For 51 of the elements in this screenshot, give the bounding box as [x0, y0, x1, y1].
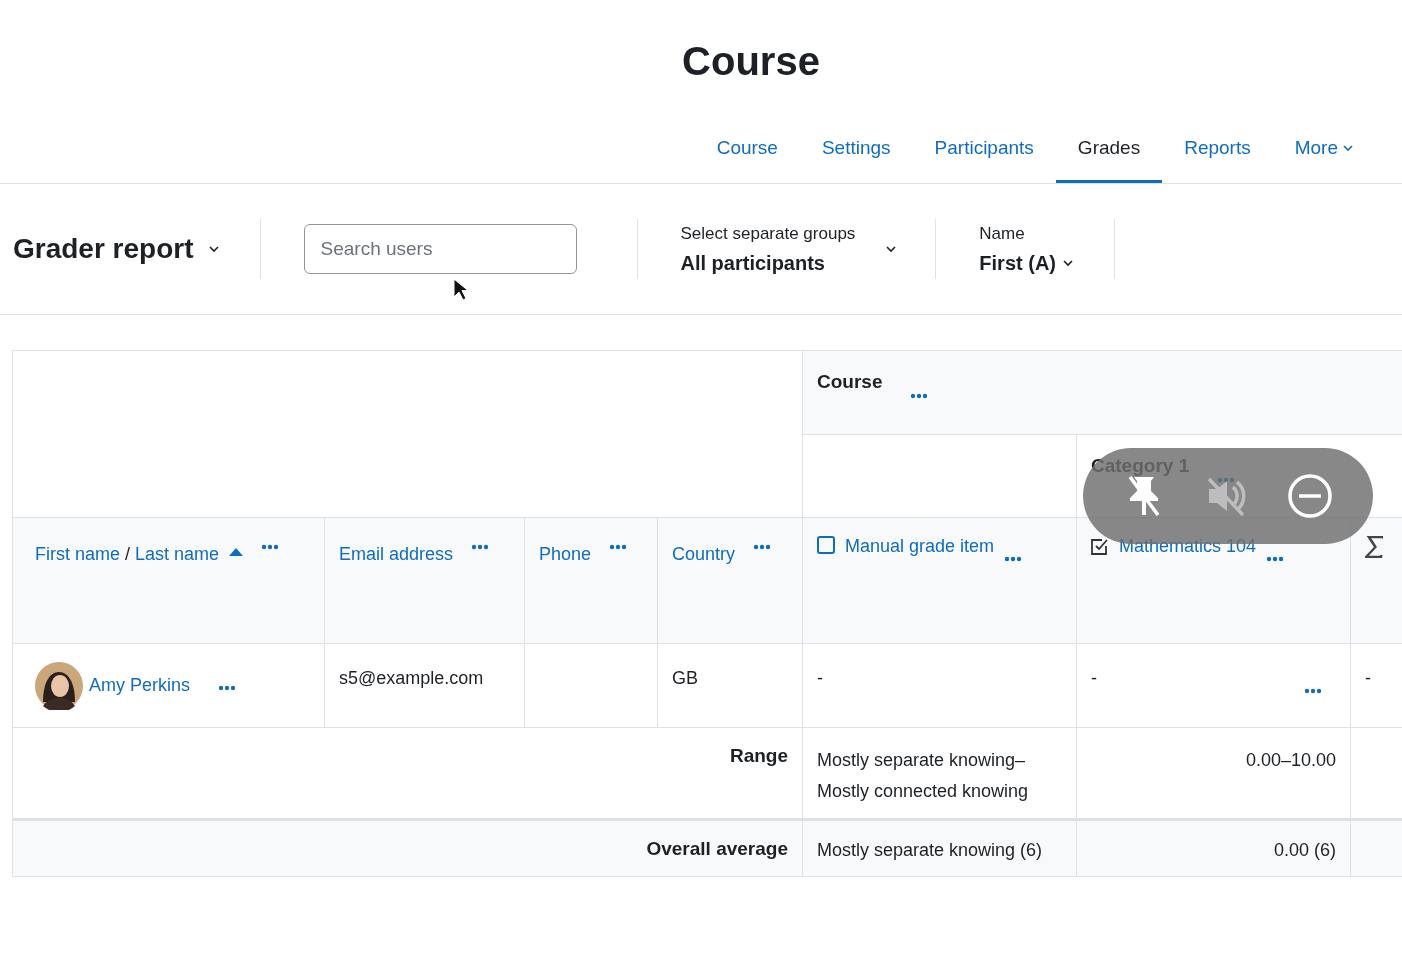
actions-menu-button[interactable] [1266, 556, 1285, 562]
group-dropdown[interactable]: Select separate groups All participants [680, 223, 898, 275]
column-header-link[interactable]: Email address [339, 544, 454, 565]
table-cell: 0.00 (6) [1273, 840, 1336, 860]
table-cell: s5@example.com [325, 644, 525, 728]
remove-icon [1286, 472, 1335, 520]
nav-tab[interactable]: Grades [1055, 115, 1163, 183]
caret-icon [885, 245, 898, 253]
name-filter-dropdown[interactable]: Name First (A) [979, 223, 1074, 275]
avatar [35, 661, 83, 710]
table-cell: Mostly separate knowing (6) [817, 840, 1043, 860]
actions-menu-button[interactable] [753, 544, 772, 550]
media-control-button[interactable] [1286, 472, 1335, 520]
row-label: Overall average [646, 838, 788, 859]
caret-icon [1062, 259, 1074, 267]
nav-tab[interactable]: Settings [799, 115, 913, 183]
page-title: Course [681, 38, 821, 85]
search-field[interactable]: Search users [303, 224, 577, 274]
sort-link[interactable]: Last name [135, 544, 220, 564]
caret-icon [1342, 143, 1354, 152]
category-header: Course [817, 371, 883, 393]
actions-menu-button[interactable] [218, 685, 237, 691]
mouse-cursor-icon [453, 278, 469, 302]
nav-tab[interactable]: Course [694, 115, 800, 183]
column-header-link[interactable]: Country [672, 544, 736, 565]
grade-value: - [1365, 668, 1371, 689]
table-cell: 0.00–10.00 [1245, 750, 1336, 770]
sigma-icon [1365, 536, 1383, 558]
checkbox-icon [817, 536, 835, 554]
actions-menu-button[interactable] [910, 393, 929, 399]
nav-tab[interactable]: Reports [1162, 115, 1273, 183]
caret-icon [207, 245, 220, 253]
table-cell: Mostly separate knowing– Mostly connected knowing [817, 750, 1029, 801]
nav-tab[interactable]: More [1272, 115, 1376, 183]
report-selector[interactable]: Grader report [13, 233, 220, 265]
sort-link[interactable]: First name [35, 544, 121, 564]
actions-menu-button[interactable] [1004, 556, 1023, 562]
actions-menu-button[interactable] [261, 544, 280, 550]
actions-menu-button[interactable] [609, 544, 628, 550]
grade-value: - [1091, 668, 1097, 689]
actions-menu-button[interactable] [1304, 688, 1322, 694]
row-label: Range [729, 745, 788, 766]
grade-item-link[interactable]: Manual grade item [845, 536, 995, 557]
nav-tab[interactable]: Participants [912, 115, 1056, 183]
actions-menu-button[interactable] [471, 544, 490, 550]
grade-value: - [817, 668, 823, 689]
user-link[interactable]: Amy Perkins [89, 675, 191, 696]
separator-text: / [125, 544, 131, 564]
column-header-link[interactable]: Phone [539, 544, 592, 565]
table-cell: GB [658, 644, 803, 728]
checked-box-icon [1091, 538, 1109, 556]
